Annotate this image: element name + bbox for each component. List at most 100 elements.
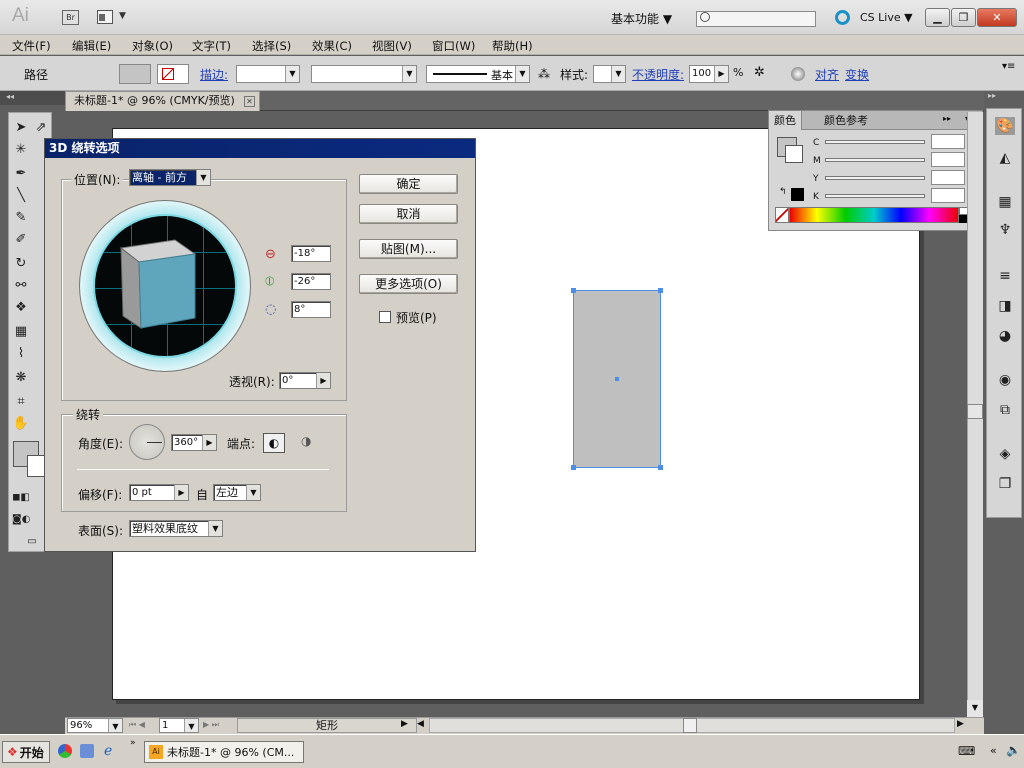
selection-tool-icon[interactable]: ➤ — [12, 119, 30, 137]
color-spectrum[interactable] — [789, 207, 959, 223]
zoom-select[interactable]: 96% ▼ — [67, 718, 123, 733]
recolor-icon[interactable]: ✲ — [754, 65, 765, 80]
tray-expand-icon[interactable]: « — [990, 744, 997, 757]
surface-select[interactable]: 塑料效果底纹 ▼ — [129, 520, 223, 537]
brushes-icon[interactable]: ♆ — [995, 221, 1015, 239]
panel-collapse-icon[interactable]: ▸▸ — [943, 114, 951, 123]
magenta-input[interactable] — [931, 152, 965, 167]
yellow-input[interactable] — [931, 170, 965, 185]
document-tab-close-icon[interactable]: ✕ — [244, 96, 255, 107]
rotate-tool-icon[interactable]: ↻ — [12, 255, 30, 273]
minimize-button[interactable]: ▁ — [925, 8, 950, 27]
perspective-input[interactable]: 0° ▶ — [279, 372, 331, 389]
start-button[interactable]: ❖ 开始 — [2, 741, 50, 763]
help-search-input[interactable] — [696, 11, 816, 27]
screen-mode-icon[interactable]: ▭ — [23, 533, 41, 551]
volume-icon[interactable]: 🔈 — [1006, 743, 1021, 757]
color-guide-icon[interactable]: ◭ — [995, 149, 1015, 167]
swatches-icon[interactable]: ▦ — [995, 193, 1015, 211]
tab-color-guide[interactable]: 颜色参考 — [819, 111, 873, 130]
black-slider[interactable] — [825, 194, 925, 198]
color-panel-icon[interactable]: 🎨 — [995, 117, 1015, 135]
pen-tool-icon[interactable]: ✒ — [12, 165, 30, 183]
yellow-slider[interactable] — [825, 176, 925, 180]
graphic-style-select[interactable]: ▼ — [593, 65, 626, 83]
menu-file[interactable]: 文件(F) — [12, 38, 51, 54]
stroke-panel-icon[interactable]: ≡ — [995, 267, 1015, 285]
from-select[interactable]: 左边 ▼ — [213, 484, 261, 501]
ok-button[interactable]: 确定 — [359, 174, 458, 194]
stroke-options-icon[interactable]: ⁂ — [538, 67, 550, 81]
mesh-tool-icon[interactable]: ▦ — [12, 323, 30, 341]
out-of-gamut-icon[interactable]: ↰ — [779, 187, 787, 197]
taskbar-illustrator-task[interactable]: Ai 未标题-1* @ 96% (CM... — [144, 741, 304, 763]
workspace-switcher[interactable]: 基本功能 ▼ — [611, 10, 672, 27]
last-artboard-icon[interactable]: ▶ ⏭ — [203, 720, 219, 730]
selected-rectangle[interactable] — [571, 288, 663, 470]
cancel-button[interactable]: 取消 — [359, 204, 458, 224]
menu-object[interactable]: 对象(O) — [132, 38, 173, 54]
menu-window[interactable]: 窗口(W) — [432, 38, 475, 54]
hand-tool-icon[interactable]: ✋ — [12, 415, 30, 433]
direct-selection-tool-icon[interactable]: ⇗ — [32, 119, 50, 137]
document-setup-icon[interactable] — [791, 67, 805, 81]
line-tool-icon[interactable]: ╲ — [12, 187, 30, 205]
cslive-menu[interactable]: CS Live ▼ — [860, 11, 913, 24]
stroke-panel-link[interactable]: 描边: — [200, 66, 228, 83]
tools-collapse-strip[interactable]: ◂◂ — [0, 91, 65, 105]
status-info[interactable]: 矩形 — [237, 718, 417, 733]
angle-dial[interactable] — [129, 424, 165, 460]
last-color-swatch[interactable] — [791, 188, 804, 201]
browser-icon[interactable] — [58, 744, 72, 758]
cyan-input[interactable] — [931, 134, 965, 149]
opacity-input[interactable]: 100 ▶ — [689, 65, 729, 83]
vertical-scroll-thumb[interactable] — [967, 404, 983, 419]
horizontal-scroll-thumb[interactable] — [683, 718, 697, 733]
bridge-button[interactable]: Br — [62, 10, 79, 25]
transparency-panel-icon[interactable]: ◕ — [995, 327, 1015, 345]
menu-effect[interactable]: 效果(C) — [312, 38, 352, 54]
cap-off-button[interactable]: ◑ — [301, 434, 311, 448]
artboard-tool-icon[interactable]: ⌗ — [12, 393, 30, 411]
menu-select[interactable]: 选择(S) — [252, 38, 291, 54]
ie-icon[interactable]: ℯ — [104, 743, 112, 759]
width-tool-icon[interactable]: ⚯ — [12, 277, 30, 295]
gradient-panel-icon[interactable]: ◨ — [995, 297, 1015, 315]
angle-input[interactable]: 360° ▶ — [171, 434, 217, 451]
align-link[interactable]: 对齐 — [815, 66, 839, 83]
tab-color[interactable]: 颜色 — [769, 111, 802, 130]
scroll-down-icon[interactable]: ▼ — [967, 700, 983, 717]
blob-brush-tool-icon[interactable]: ✐ — [12, 231, 30, 249]
x-rotation-input[interactable]: -18° — [291, 245, 331, 262]
fill-swatch[interactable] — [119, 64, 151, 84]
eyedropper-tool-icon[interactable]: ⌇ — [12, 345, 30, 363]
handle-bottom-right[interactable] — [658, 465, 663, 470]
hscroll-right-icon[interactable]: ▶ — [957, 719, 964, 729]
first-artboard-icon[interactable]: ⏮ ◀ — [129, 720, 145, 730]
stroke-swatch[interactable] — [157, 64, 189, 84]
shape-builder-tool-icon[interactable]: ❖ — [12, 299, 30, 317]
artboard-number-select[interactable]: 1 ▼ — [159, 718, 199, 733]
graphic-styles-icon[interactable]: ⧉ — [995, 401, 1015, 419]
variable-width-select[interactable]: ▼ — [311, 65, 417, 83]
preview-label[interactable]: 预览(P) — [396, 309, 437, 326]
handle-top-right[interactable] — [658, 288, 663, 293]
position-select[interactable]: 离轴 - 前方 ▼ — [129, 169, 211, 186]
hscroll-left-icon[interactable]: ◀ — [417, 719, 424, 729]
offset-input[interactable]: 0 pt ▶ — [129, 484, 189, 501]
opacity-link[interactable]: 不透明度: — [632, 66, 684, 83]
control-bar-menu-icon[interactable]: ▾≡ — [1002, 61, 1015, 72]
transform-link[interactable]: 变换 — [845, 66, 869, 83]
close-button[interactable]: ✕ — [977, 8, 1017, 27]
drawing-mode-icon[interactable]: ◙◐ — [12, 511, 30, 529]
magic-wand-tool-icon[interactable]: ✳ — [12, 141, 30, 159]
handle-bottom-left[interactable] — [571, 465, 576, 470]
arrange-caret-icon[interactable]: ▼ — [119, 11, 126, 21]
handle-top-left[interactable] — [571, 288, 576, 293]
paintbrush-tool-icon[interactable]: ✎ — [12, 209, 30, 227]
keyboard-icon[interactable]: ⌨ — [958, 744, 975, 758]
menu-edit[interactable]: 编辑(E) — [72, 38, 111, 54]
explorer-icon[interactable] — [80, 744, 94, 758]
black-input[interactable] — [931, 188, 965, 203]
status-menu-icon[interactable]: ▶ — [401, 719, 408, 729]
